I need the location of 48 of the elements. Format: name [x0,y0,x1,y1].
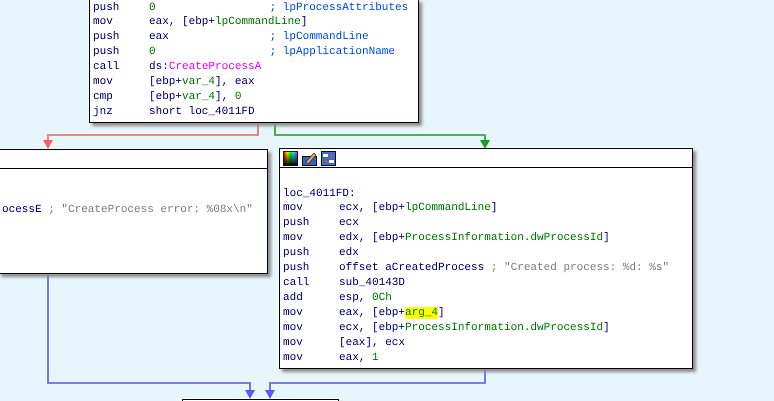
instruction-operand: ecx, [ebp+ProcessInformation.dwProcessId] [339,321,610,336]
code-comment: ; lpCommandLine [270,30,369,45]
instruction-mnemonic: push [283,261,310,276]
code-label: loc_4011FD: [283,187,356,201]
instruction-mnemonic: cmp [93,90,114,105]
instruction-mnemonic: push [283,216,310,231]
instruction-operand: sub_40143D [339,276,406,291]
code-comment: ; "CreateProcess error: %08x\n" [48,203,253,217]
instruction-mnemonic: call [283,276,310,291]
instruction-operand: [ebp+var_4], eax [149,75,255,90]
graph-view-icon[interactable] [321,150,336,166]
instruction-operand: [eax], ecx [339,336,406,351]
pencil-icon[interactable] [302,150,317,166]
instruction-operand: 0 [149,1,157,15]
code-comment: ; "Created process: %d: %s" [490,261,670,276]
instruction-operand: ecx, [ebp+lpCommandLine] [339,201,498,216]
instruction-operand: eax, 1 [339,351,379,366]
instruction-operand: ecx [339,216,359,231]
instruction-mnemonic: push [93,1,120,15]
instruction-mnemonic: mov [93,15,114,30]
instruction-mnemonic: push [93,30,120,45]
instruction-operand: ds:CreateProcessA [149,60,262,75]
instruction-operand: eax, [ebp+arg_4] [339,306,445,321]
instruction-mnemonic: mov [283,351,304,366]
code-comment: ; lpApplicationName [270,45,396,60]
instruction-operand: edx [339,246,359,261]
instruction-operand: [ebp+var_4], 0 [149,90,242,105]
instruction-operand: offset aCreatedProcess [339,261,484,276]
instruction-mnemonic: jnz [93,105,114,120]
instruction-mnemonic: add [283,291,304,306]
instruction-operand: esp, 0Ch [339,291,392,306]
instruction-mnemonic: mov [283,201,304,216]
instruction-mnemonic: mov [93,75,114,90]
instruction-operand: 0 [149,45,157,60]
instruction-operand: eax [149,30,170,45]
code-comment: ; lpProcessAttributes [270,1,408,15]
instruction-mnemonic: mov [283,231,304,246]
instruction-operand: edx, [ebp+ProcessInformation.dwProcessId] [339,231,610,246]
instruction-mnemonic: mov [283,306,304,321]
instruction-mnemonic: mov [283,321,304,336]
color-palette-icon[interactable] [283,150,298,166]
instruction-operand: eax, [ebp+lpCommandLine] [149,15,308,30]
instruction-mnemonic: call [93,60,120,75]
instruction-operand: short loc_4011FD [149,105,255,120]
instruction-mnemonic: push [93,45,120,60]
instruction-operand: ocessE [2,203,42,217]
instruction-mnemonic: mov [283,336,304,351]
instruction-mnemonic: push [283,246,310,261]
